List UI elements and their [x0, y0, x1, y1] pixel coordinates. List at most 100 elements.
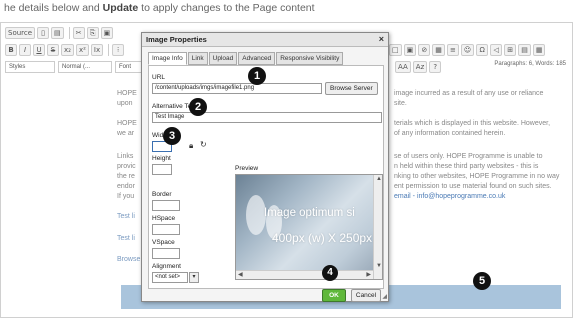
- dialog-titlebar[interactable]: Image Properties ×: [142, 33, 388, 47]
- content-line: ent permission to use material found on …: [394, 183, 552, 190]
- marker-4: 4: [322, 265, 338, 281]
- instruction-text: he details below and Update to apply cha…: [4, 2, 315, 14]
- browse-link[interactable]: Browse: [117, 256, 140, 263]
- close-icon[interactable]: ×: [379, 34, 384, 44]
- hspace-input[interactable]: [152, 224, 180, 235]
- underline-button[interactable]: U: [33, 43, 45, 56]
- url-input[interactable]: /content/uploads/imgs/imagefile1.png: [152, 83, 322, 94]
- cut-icon[interactable]: ✂: [72, 26, 85, 39]
- toolbar-row-1: Source ▯ ▤ ✂ ⎘ ▣: [5, 25, 115, 40]
- tab-advanced[interactable]: Advanced: [238, 52, 276, 65]
- image-info-panel: URL /content/uploads/imgs/imagefile1.png…: [148, 65, 384, 289]
- flash-icon[interactable]: ▣: [403, 43, 417, 56]
- italic-button[interactable]: I: [19, 43, 31, 56]
- maximize-icon[interactable]: ⊞: [504, 43, 517, 56]
- preview-label: Preview: [235, 165, 259, 172]
- new-page-icon[interactable]: ▯: [37, 26, 50, 39]
- border-input[interactable]: [152, 200, 180, 211]
- marker-3: 3: [163, 127, 181, 145]
- content-line: terials which is displayed in this websi…: [394, 120, 551, 127]
- resize-handle-icon[interactable]: ◢: [382, 293, 387, 300]
- preview-scrollbar-horizontal[interactable]: ◀ ▶: [236, 270, 382, 279]
- alt-text-input[interactable]: Test Image: [152, 112, 382, 123]
- content-line: the re: [117, 173, 135, 180]
- preview-caption-line1: Image optimum si: [264, 207, 355, 219]
- horizontal-rule-icon[interactable]: ≡: [446, 43, 459, 56]
- scroll-left-icon[interactable]: ◀: [238, 271, 243, 278]
- strike-button[interactable]: S: [47, 43, 59, 56]
- reset-size-icon[interactable]: ↻: [200, 140, 207, 149]
- word-count-status: Paragraphs: 6, Words: 185: [494, 61, 566, 67]
- text-size-button[interactable]: AA: [395, 60, 411, 73]
- tab-image-info[interactable]: Image Info: [148, 52, 187, 65]
- content-line: HOPE: [117, 90, 137, 97]
- bold-button[interactable]: B: [5, 43, 17, 56]
- cancel-button[interactable]: Cancel: [351, 289, 381, 302]
- toolbar-divider: [108, 43, 110, 56]
- smiley-icon[interactable]: ☺: [460, 43, 475, 56]
- content-line: HOPE: [117, 120, 137, 127]
- scroll-right-icon[interactable]: ▶: [366, 271, 371, 278]
- special-char-icon[interactable]: Ω: [476, 43, 489, 56]
- test-link[interactable]: Test li: [117, 213, 135, 220]
- vspace-input[interactable]: [152, 248, 180, 259]
- content-line: endor: [117, 183, 135, 190]
- iframe-icon[interactable]: ⊘: [418, 43, 431, 56]
- tab-link[interactable]: Link: [187, 52, 208, 65]
- source-button[interactable]: Source: [5, 26, 36, 39]
- toolbar-row-2-right: □ ▣ ⊘ ▦ ≡ ☺ Ω ◁ ⊞ ▤ ▦: [389, 42, 547, 57]
- preview-scrollbar-vertical[interactable]: ▲ ▼: [373, 175, 382, 279]
- preview-figure: [246, 195, 266, 235]
- toolbar-row-2: B I U S x₂ x² Ix ⁝: [5, 42, 126, 57]
- content-line: image incurred as a result of any use or…: [394, 90, 544, 97]
- image-icon[interactable]: □: [389, 43, 402, 56]
- text-case-button[interactable]: Az: [412, 60, 428, 73]
- table-icon[interactable]: ▦: [432, 43, 445, 56]
- content-line: nking to other websites, HOPE Programme …: [394, 173, 560, 180]
- content-line: site.: [394, 100, 407, 107]
- show-blocks-icon[interactable]: ▤: [518, 43, 531, 56]
- alignment-label: Alignment: [152, 263, 181, 270]
- instruction-bold: Update: [102, 2, 139, 14]
- tab-upload[interactable]: Upload: [208, 52, 238, 65]
- content-line: If you: [117, 193, 135, 200]
- border-label: Border: [152, 191, 172, 198]
- help-button[interactable]: ?: [429, 60, 442, 73]
- tab-responsive-visibility[interactable]: Responsive Visibility: [276, 52, 344, 65]
- subscript-button[interactable]: x₂: [61, 43, 74, 56]
- lock-ratio-icon[interactable]: 🔒︎: [189, 141, 193, 151]
- test-link[interactable]: Test li: [117, 235, 135, 242]
- dialog-tabs: Image Info Link Upload Advanced Responsi…: [148, 52, 344, 65]
- toolbar-row-3-right: AA Az ?: [395, 59, 443, 74]
- content-line: Links: [117, 153, 134, 160]
- email-link[interactable]: email - info@hopeprogramme.co.uk: [394, 193, 505, 200]
- marker-1: 1: [248, 67, 266, 85]
- superscript-button[interactable]: x²: [75, 43, 89, 56]
- save-icon[interactable]: ▤: [51, 26, 64, 39]
- preview-caption-line2: 400px (w) X 250px: [272, 231, 373, 245]
- page-break-icon[interactable]: ◁: [490, 43, 503, 56]
- paste-icon[interactable]: ▣: [100, 26, 114, 39]
- format-select[interactable]: Normal (...: [58, 60, 112, 73]
- content-line: upon: [117, 100, 133, 107]
- instruction-prefix: he details below and: [4, 2, 103, 14]
- marker-5: 5: [473, 272, 491, 290]
- url-label: URL: [152, 74, 166, 81]
- alignment-select[interactable]: <not set>: [152, 272, 188, 283]
- vspace-label: VSpace: [152, 239, 175, 246]
- scroll-down-icon[interactable]: ▼: [376, 263, 382, 269]
- remove-format-button[interactable]: Ix: [90, 43, 104, 56]
- numbered-list-icon[interactable]: ⁝: [112, 43, 125, 56]
- marker-2: 2: [189, 98, 207, 116]
- styles-select[interactable]: Styles: [5, 60, 55, 73]
- hspace-label: HSpace: [152, 215, 176, 222]
- templates-icon[interactable]: ▦: [532, 43, 546, 56]
- preview-image: Image optimum si 400px (w) X 250px: [236, 175, 382, 271]
- browse-server-button[interactable]: Browse Server: [325, 82, 378, 95]
- chevron-down-icon[interactable]: ▾: [189, 272, 199, 283]
- height-label: Height: [152, 155, 171, 162]
- ok-button[interactable]: OK: [322, 289, 346, 302]
- copy-icon[interactable]: ⎘: [86, 26, 99, 39]
- scroll-up-icon[interactable]: ▲: [376, 176, 382, 182]
- height-input[interactable]: [152, 164, 172, 175]
